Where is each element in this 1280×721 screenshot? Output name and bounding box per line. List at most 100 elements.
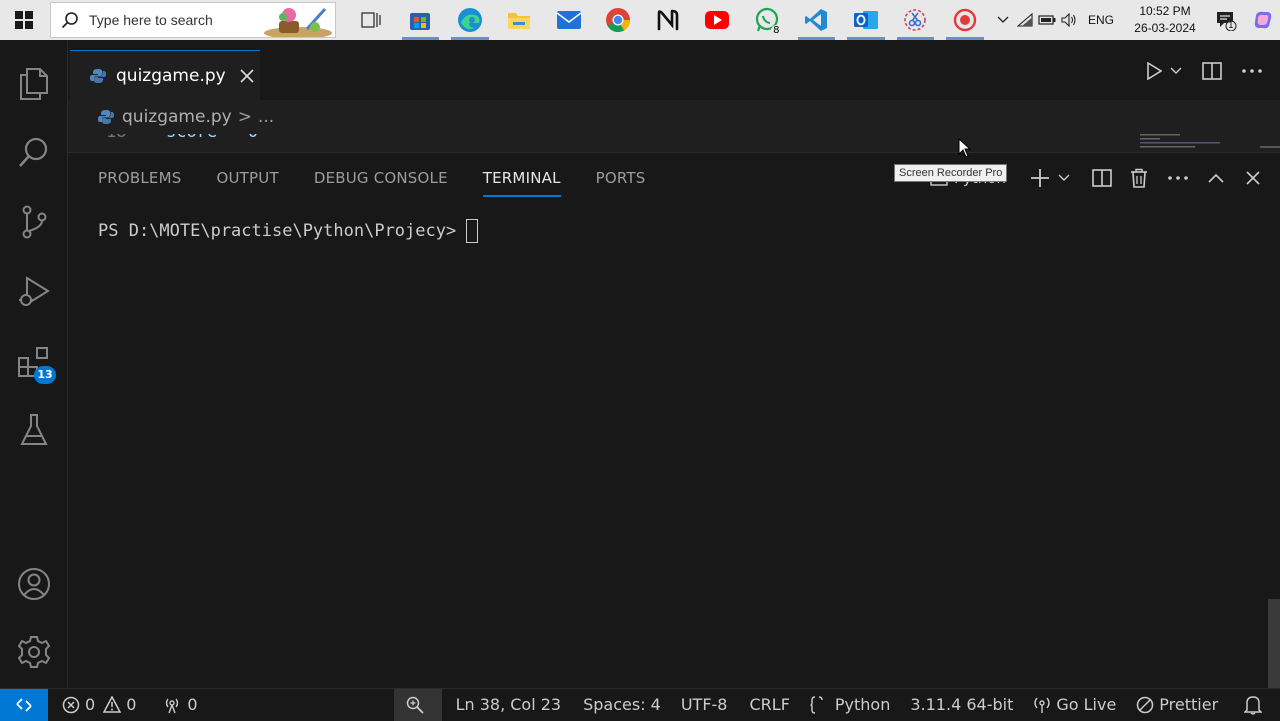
activity-accounts[interactable] xyxy=(0,556,68,612)
problems-status[interactable]: 0 0 xyxy=(52,689,146,721)
taskbar-snipping-tool[interactable] xyxy=(891,0,941,40)
close-icon xyxy=(1246,171,1260,185)
tray-overflow[interactable] xyxy=(992,0,1014,40)
python-interpreter[interactable]: 3.11.4 64-bit xyxy=(900,689,1023,721)
taskbar-youtube[interactable] xyxy=(693,0,743,40)
taskbar-outlook[interactable] xyxy=(841,0,891,40)
search-highlight-illustration-icon xyxy=(264,7,332,37)
taskbar-chrome[interactable] xyxy=(594,0,644,40)
notification-center-button[interactable]: 1 xyxy=(1206,0,1246,40)
bell-icon xyxy=(1244,695,1263,715)
chrome-icon xyxy=(606,8,631,33)
split-editor-icon[interactable] xyxy=(1202,62,1222,80)
taskbar-vscode[interactable] xyxy=(792,0,842,40)
tab-quizgame[interactable]: quizgame.py xyxy=(70,50,260,100)
windows-taskbar: Type here to search 8 ENG 10:52 PM 26-03… xyxy=(0,0,1280,40)
edge-browser-icon xyxy=(457,8,482,32)
taskbar-search-box[interactable]: Type here to search xyxy=(50,2,336,38)
tab-problems[interactable]: PROBLEMS xyxy=(98,169,181,197)
taskbar-edge[interactable] xyxy=(445,0,495,40)
editor-actions xyxy=(1146,62,1262,80)
broadcast-icon xyxy=(1034,697,1051,713)
clock-date: 26-03-2024 xyxy=(1134,21,1196,35)
end-of-line[interactable]: CRLF xyxy=(739,689,799,721)
tray-wifi[interactable] xyxy=(1014,0,1036,40)
breadcrumb-file[interactable]: quizgame.py xyxy=(122,107,232,127)
language-mode[interactable]: Python xyxy=(800,689,900,721)
extensions-badge: 13 xyxy=(34,366,56,384)
tray-volume[interactable] xyxy=(1058,0,1080,40)
encoding[interactable]: UTF-8 xyxy=(671,689,738,721)
battery-icon xyxy=(1038,15,1056,25)
more-actions-icon[interactable] xyxy=(1242,69,1262,73)
braces-icon xyxy=(810,695,823,714)
zoom-indicator[interactable] xyxy=(393,688,442,721)
chevron-down-icon xyxy=(1058,174,1070,181)
notifications-button[interactable] xyxy=(1234,689,1277,721)
whatsapp-badge: 8 xyxy=(771,25,782,36)
split-terminal-icon xyxy=(1092,169,1112,187)
go-live-label: Go Live xyxy=(1056,695,1117,714)
maximize-panel-button[interactable] xyxy=(1208,167,1224,189)
play-icon xyxy=(1147,62,1162,80)
minimap[interactable] xyxy=(1140,134,1240,152)
cursor-position[interactable]: Ln 38, Col 23 xyxy=(446,689,572,721)
close-icon[interactable] xyxy=(240,68,254,83)
task-view-icon xyxy=(361,12,381,28)
activity-testing[interactable] xyxy=(0,402,68,458)
copilot-button[interactable] xyxy=(1246,0,1280,40)
editor-area[interactable]: 18 score = 0 xyxy=(68,134,1280,152)
breadcrumb-symbols[interactable]: ... xyxy=(258,107,274,127)
terminal-cursor xyxy=(466,219,479,243)
terminal-prompt: PS D:\MOTE\practise\Python\Projecy> xyxy=(98,221,457,241)
taskbar-screen-recorder[interactable] xyxy=(940,0,990,40)
tab-output[interactable]: OUTPUT xyxy=(216,169,278,197)
tray-language[interactable]: ENG xyxy=(1088,13,1114,27)
activity-run-debug[interactable] xyxy=(0,264,68,320)
terminal-scrollbar[interactable] xyxy=(1268,599,1280,689)
taskbar-microsoft-store[interactable] xyxy=(396,0,446,40)
editor-tab-bar: quizgame.py xyxy=(68,40,1280,100)
terminal-output[interactable]: PS D:\MOTE\practise\Python\Projecy> xyxy=(98,219,479,243)
tray-battery[interactable] xyxy=(1036,0,1058,40)
tab-debug-console[interactable]: DEBUG CONSOLE xyxy=(314,169,448,197)
tab-terminal[interactable]: TERMINAL xyxy=(482,169,561,197)
outlook-icon xyxy=(853,11,878,29)
screen-recorder-icon xyxy=(953,8,976,32)
code-line: score = 0 xyxy=(166,134,258,142)
indentation[interactable]: Spaces: 4 xyxy=(573,689,671,721)
go-live-button[interactable]: Go Live xyxy=(1023,689,1126,721)
new-terminal-button[interactable] xyxy=(1030,167,1070,189)
activity-extensions[interactable]: 13 xyxy=(0,334,68,390)
tray-clock[interactable]: 10:52 PM 26-03-2024 xyxy=(1124,3,1206,37)
editor-scrollbar[interactable] xyxy=(1260,146,1280,148)
tab-ports[interactable]: PORTS xyxy=(596,169,646,197)
split-terminal-button[interactable] xyxy=(1092,167,1112,189)
taskbar-whatsapp[interactable]: 8 xyxy=(742,0,792,40)
activity-manage[interactable] xyxy=(0,624,68,680)
ports-status[interactable]: 0 xyxy=(152,689,207,721)
run-python-button[interactable] xyxy=(1146,62,1182,80)
taskbar-task-view[interactable] xyxy=(346,0,396,40)
mail-icon xyxy=(556,11,582,29)
search-icon xyxy=(61,12,78,29)
taskbar-mail[interactable] xyxy=(544,0,594,40)
kill-terminal-button[interactable] xyxy=(1130,167,1148,189)
taskbar-file-explorer[interactable] xyxy=(495,0,545,40)
prettier-status[interactable]: Prettier xyxy=(1126,689,1228,721)
windows-start-button[interactable] xyxy=(0,0,48,40)
taskbar-notion[interactable] xyxy=(643,0,693,40)
clock-time: 10:52 PM xyxy=(1139,4,1191,18)
copilot-icon xyxy=(1254,11,1272,29)
plus-icon xyxy=(1031,169,1049,187)
activity-source-control[interactable] xyxy=(0,194,68,250)
activity-explorer[interactable] xyxy=(0,56,68,112)
close-panel-button[interactable] xyxy=(1246,167,1260,189)
snipping-tool-icon xyxy=(904,9,927,31)
remote-indicator[interactable] xyxy=(0,688,48,721)
panel-more-actions[interactable] xyxy=(1168,167,1188,189)
more-actions-icon xyxy=(1168,176,1188,180)
activity-bar: 13 xyxy=(0,40,68,688)
activity-search[interactable] xyxy=(0,124,68,180)
breadcrumb: quizgame.py > ... xyxy=(68,100,1280,134)
